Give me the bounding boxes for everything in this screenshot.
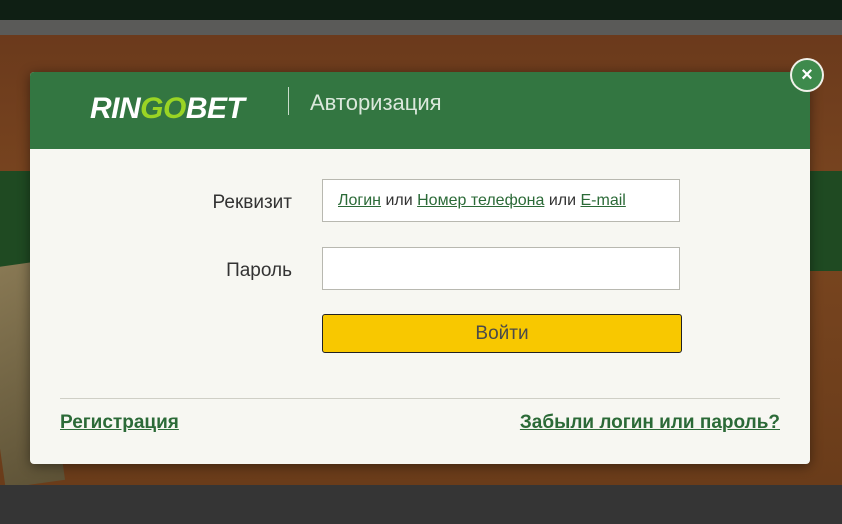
register-link[interactable]: Регистрация: [60, 412, 179, 434]
password-input[interactable]: [322, 247, 680, 290]
ringobet-logo: RINGOBET: [90, 92, 245, 125]
modal-title: Авторизация: [310, 90, 442, 115]
modal-header: RINGOBET Авторизация: [30, 72, 810, 149]
password-field-label: Пароль: [226, 260, 292, 281]
login-button[interactable]: Войти: [322, 314, 682, 353]
site-top-bar: [0, 0, 842, 20]
login-modal: RINGOBET Авторизация Реквизит Логин или …: [30, 72, 810, 464]
site-bottom-bar: [0, 485, 842, 524]
login-field-label: Реквизит: [212, 192, 292, 213]
footer-divider: [60, 398, 780, 399]
site-nav-bar: [0, 20, 842, 35]
login-input[interactable]: Логин или Номер телефона или E-mail: [322, 179, 680, 222]
close-icon[interactable]: ×: [792, 60, 822, 90]
header-divider: [288, 87, 289, 115]
login-input-placeholder: Логин или Номер телефона или E-mail: [338, 192, 626, 209]
forgot-password-link[interactable]: Забыли логин или пароль?: [520, 412, 780, 434]
